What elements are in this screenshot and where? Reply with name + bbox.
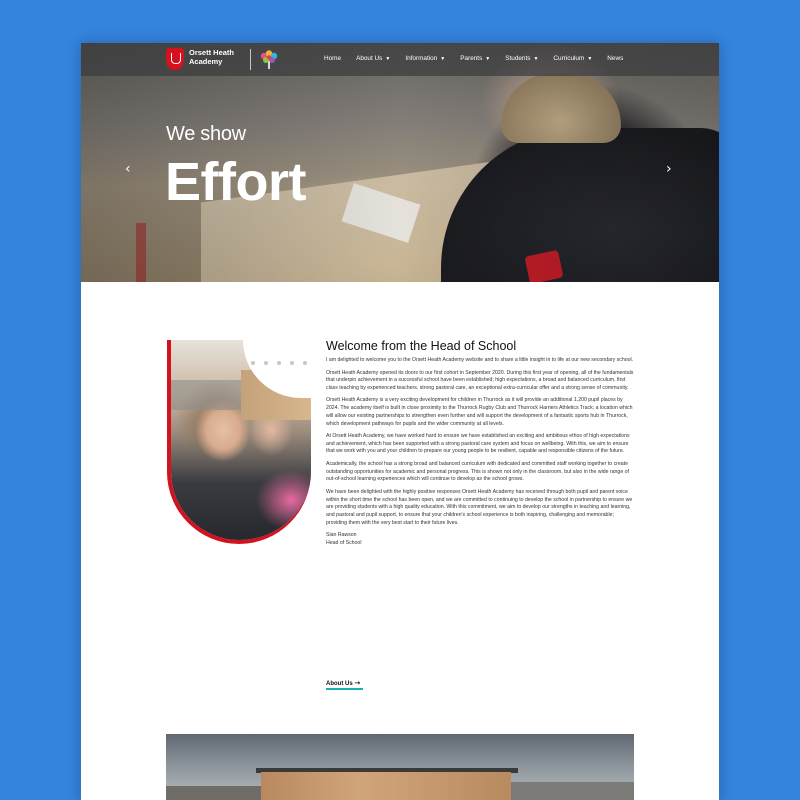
nav-item-curriculum[interactable]: Curriculum ▼ (553, 55, 592, 62)
slider-next-arrow-icon[interactable]: › (666, 161, 672, 177)
dot-decoration (251, 361, 255, 365)
nav-item-home[interactable]: Home (324, 55, 341, 62)
dot-decoration (303, 361, 307, 365)
chevron-down-icon: ▼ (587, 56, 593, 62)
chevron-down-icon: ▼ (533, 56, 539, 62)
nav-menu: Home About Us ▼ Information ▼ Parents ▼ Stu… (324, 55, 638, 62)
welcome-paragraph: We have been delighted with the highly p… (326, 488, 633, 526)
welcome-heading: Welcome from the Head of School (326, 339, 517, 353)
chevron-down-icon: ▼ (440, 56, 446, 62)
dot-decoration (264, 361, 268, 365)
hero-title: Effort (165, 152, 306, 212)
nav-item-parents[interactable]: Parents ▼ (460, 55, 490, 62)
signature: Sian Rawson Head of School (326, 532, 636, 547)
trust-tree-logo-icon[interactable] (256, 49, 282, 71)
hero-banner: We show Effort ‹ › (81, 43, 719, 282)
logo-divider (250, 49, 251, 70)
welcome-body: I am delighted to welcome you to the Ors… (326, 357, 636, 548)
academy-logo-text[interactable]: Orsett Heath Academy (189, 48, 249, 66)
chevron-down-icon: ▼ (485, 56, 491, 62)
nav-item-information[interactable]: Information ▼ (405, 55, 445, 62)
chevron-down-icon: ▼ (385, 56, 391, 62)
school-building-photo (166, 734, 634, 800)
dot-decoration (277, 361, 281, 365)
welcome-paragraph: Academically, the school has a strong br… (326, 460, 629, 483)
welcome-paragraph: At Orsett Heath Academy, we have worked … (326, 433, 630, 455)
photo-background-building (171, 380, 241, 410)
signature-name: Sian Rawson (326, 532, 357, 539)
nav-item-news[interactable]: News (607, 55, 623, 62)
building-wall (166, 786, 261, 800)
website-page: We show Effort ‹ › Orsett Heath Academy … (81, 43, 719, 800)
about-us-link[interactable]: About Us → (326, 679, 360, 687)
building-timber-cladding (261, 772, 511, 800)
welcome-paragraph: Orsett Heath Academy is a very exciting … (326, 397, 633, 427)
academy-shield-icon[interactable] (166, 48, 184, 70)
decorative-dots (251, 361, 307, 365)
hero-subtitle: We show (166, 123, 246, 145)
signature-title: Head of School (326, 539, 362, 546)
main-navigation: Orsett Heath Academy Home About Us ▼ Info… (81, 43, 719, 76)
about-link-underline (326, 688, 363, 690)
nav-item-about-us[interactable]: About Us ▼ (356, 55, 390, 62)
welcome-paragraph: Orsett Heath Academy opened its doors to… (326, 369, 634, 391)
building-wall (511, 782, 634, 800)
dot-decoration (290, 361, 294, 365)
arrow-right-icon: → (354, 679, 361, 687)
welcome-paragraph: I am delighted to welcome you to the Ors… (326, 357, 634, 363)
nav-item-students[interactable]: Students ▼ (505, 55, 538, 62)
slider-prev-arrow-icon[interactable]: ‹ (125, 161, 131, 177)
